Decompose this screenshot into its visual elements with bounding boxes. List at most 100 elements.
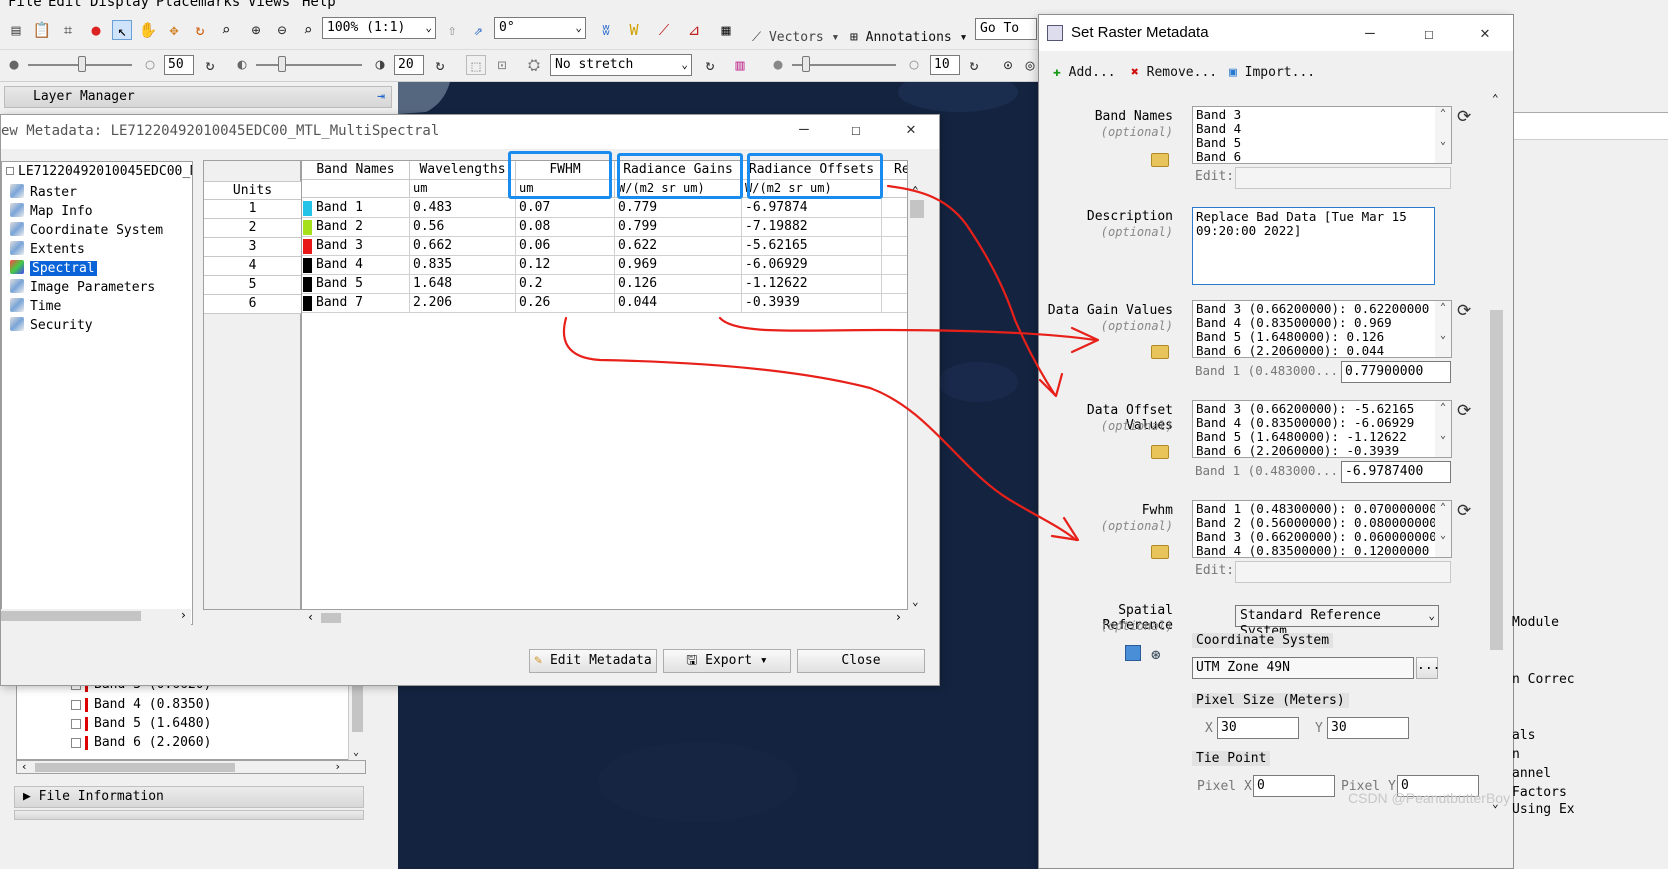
toolbox-item[interactable]: n: [1512, 747, 1520, 762]
toolbox-item[interactable]: Using Ex: [1512, 802, 1575, 817]
scroll-right-icon[interactable]: ›: [180, 608, 187, 622]
cell-band-name[interactable]: Band 2: [302, 218, 410, 237]
tie-pixel-x[interactable]: 0: [1253, 775, 1335, 797]
cell-fwhm[interactable]: 0.2: [516, 275, 615, 294]
cell-fwhm[interactable]: 0.12: [516, 256, 615, 275]
edit-metadata-button[interactable]: ✎ Edit Metadata: [529, 649, 657, 673]
offset-edit-field[interactable]: -6.9787400: [1341, 461, 1451, 483]
refresh-stretch-icon[interactable]: ↻: [700, 55, 720, 75]
band-selection-section[interactable]: [14, 810, 364, 820]
refresh-icon[interactable]: ⟳: [1457, 107, 1471, 127]
folder-icon[interactable]: [1151, 345, 1169, 359]
layer-toggle-icon[interactable]: ⊙: [998, 55, 1018, 75]
zoom-fit-icon[interactable]: ⌕: [298, 20, 318, 40]
cell-radiance-gain[interactable]: 0.622: [615, 237, 742, 256]
pin-icon[interactable]: ●: [86, 20, 106, 40]
cell-fwhm[interactable]: 0.07: [516, 199, 615, 218]
spectral-table[interactable]: Band Names Wavelengths FWHM Radiance Gai…: [301, 160, 908, 610]
fwhm-edit-field[interactable]: [1235, 561, 1451, 583]
menu-placemarks[interactable]: Placemarks: [156, 0, 240, 10]
cell-radiance-gain[interactable]: 0.969: [615, 256, 742, 275]
cell-radiance-offset[interactable]: -7.19882: [742, 218, 882, 237]
minimize-icon[interactable]: —: [789, 119, 819, 138]
column-header-fwhm[interactable]: FWHM: [516, 161, 615, 180]
folder-icon[interactable]: [1151, 445, 1169, 459]
contrast-slider-track[interactable]: [256, 64, 362, 66]
cell-radiance-offset[interactable]: -6.06929: [742, 256, 882, 275]
checkbox[interactable]: [71, 718, 81, 729]
reference-system-select[interactable]: Standard Reference System ⌄: [1235, 605, 1439, 639]
zoom-icon[interactable]: ⌕: [216, 20, 236, 40]
list-scrollbar[interactable]: ⌃ ⌄: [1435, 401, 1451, 457]
folder-icon[interactable]: [1151, 545, 1169, 559]
spectral-profile-icon[interactable]: W: [624, 20, 644, 40]
menu-views[interactable]: Views: [248, 0, 290, 10]
cell-fwhm[interactable]: 0.08: [516, 218, 615, 237]
export-button[interactable]: 🖫 Export ▾: [663, 649, 791, 673]
cell-reflectance[interactable]: [882, 275, 907, 294]
scroll-down-icon[interactable]: ⌄: [353, 747, 359, 758]
column-header-radiance-gains[interactable]: Radiance Gains: [615, 161, 742, 180]
unit-cell[interactable]: um: [410, 180, 516, 198]
cell-band-name[interactable]: Band 5: [302, 275, 410, 294]
unit-cell[interactable]: W/(m2 sr um): [615, 180, 742, 198]
toolbox-item[interactable]: n Correc: [1512, 672, 1575, 687]
cell-band-name[interactable]: Band 1: [302, 199, 410, 218]
tree-node-image-parameters[interactable]: Image Parameters: [10, 279, 155, 297]
cell-radiance-offset[interactable]: -5.62165: [742, 237, 882, 256]
crop-icon[interactable]: ⌗: [58, 20, 78, 40]
table-vscroll[interactable]: ⌃ ⌄: [908, 160, 926, 610]
cell-radiance-offset[interactable]: -6.97874: [742, 199, 882, 218]
scroll-thumb[interactable]: [321, 613, 341, 623]
column-header-radiance-offsets[interactable]: Radiance Offsets: [742, 161, 882, 180]
pan-hand-icon[interactable]: ✋: [138, 20, 158, 40]
tree-node-extents[interactable]: Extents: [10, 241, 85, 259]
data-gain-list[interactable]: Band 3 (0.66200000): 0.62200000 Band 4 (…: [1192, 300, 1452, 358]
tree-item-band5[interactable]: Band 5 (1.6480): [71, 716, 211, 734]
cell-band-name[interactable]: Band 3: [302, 237, 410, 256]
description-textarea[interactable]: Replace Bad Data [Tue Mar 15 09:20:00 20…: [1192, 207, 1435, 285]
move-icon[interactable]: ✥: [164, 20, 184, 40]
add-button[interactable]: ✚ Add...: [1053, 65, 1116, 80]
reset-brightness-icon[interactable]: ↻: [200, 55, 220, 75]
cell-reflectance[interactable]: [882, 256, 907, 275]
table-hscroll[interactable]: ‹ ›: [301, 610, 908, 626]
tree-hscroll[interactable]: ›: [1, 608, 191, 625]
toolbox-search[interactable]: [1514, 112, 1668, 140]
tree-node-time[interactable]: Time: [10, 298, 61, 316]
scroll-thumb[interactable]: [1, 611, 141, 621]
pin-panel-icon[interactable]: ⇥: [377, 89, 385, 104]
data-offset-list[interactable]: Band 3 (0.66200000): -5.62165 Band 4 (0.…: [1192, 400, 1452, 458]
flicker-icon[interactable]: ◎: [1020, 55, 1040, 75]
scroll-down-icon[interactable]: ⌄: [912, 595, 919, 608]
cell-wavelength[interactable]: 2.206: [410, 294, 516, 313]
toolbox-item[interactable]: annel: [1512, 766, 1551, 781]
layer-tree[interactable]: Band 3 (0.6620) Band 4 (0.8350) Band 5 (…: [16, 678, 366, 760]
refresh-icon[interactable]: ⟳: [1457, 301, 1471, 321]
folder-icon[interactable]: [1151, 153, 1169, 167]
layer-tree-hscroll[interactable]: ‹ ›: [16, 760, 366, 774]
north-up-icon[interactable]: ⇗: [468, 20, 488, 40]
menu-help[interactable]: Help: [302, 0, 336, 10]
rotate-icon[interactable]: ↻: [190, 20, 210, 40]
scroll-thumb[interactable]: [352, 682, 363, 732]
toolbox-item[interactable]: Factors: [1512, 785, 1567, 800]
tree-node-map-info[interactable]: Map Info: [10, 203, 93, 221]
cell-wavelength[interactable]: 0.835: [410, 256, 516, 275]
coordinate-system-field[interactable]: UTM Zone 49N: [1192, 657, 1414, 679]
tree-item-band4[interactable]: Band 4 (0.8350): [71, 697, 211, 715]
layer-tree-vscroll[interactable]: ⌄: [348, 678, 366, 760]
cell-wavelength[interactable]: 0.662: [410, 237, 516, 256]
menu-display[interactable]: Display: [90, 0, 149, 10]
expand-toggle-icon[interactable]: [6, 167, 14, 175]
maximize-icon[interactable]: ☐: [1414, 24, 1444, 43]
stretch-full-icon[interactable]: ⬚: [466, 55, 486, 75]
brightness-value[interactable]: 50: [164, 55, 194, 75]
unit-cell[interactable]: [302, 180, 410, 198]
roi-icon[interactable]: ⊿: [684, 20, 704, 40]
reset-transparency-icon[interactable]: ↻: [964, 55, 984, 75]
remove-button[interactable]: ✖ Remove...: [1131, 65, 1217, 80]
scroll-thumb[interactable]: [35, 763, 235, 772]
toolbox-item[interactable]: Module: [1512, 615, 1559, 630]
file-information-section[interactable]: ▶ File Information: [14, 786, 364, 808]
